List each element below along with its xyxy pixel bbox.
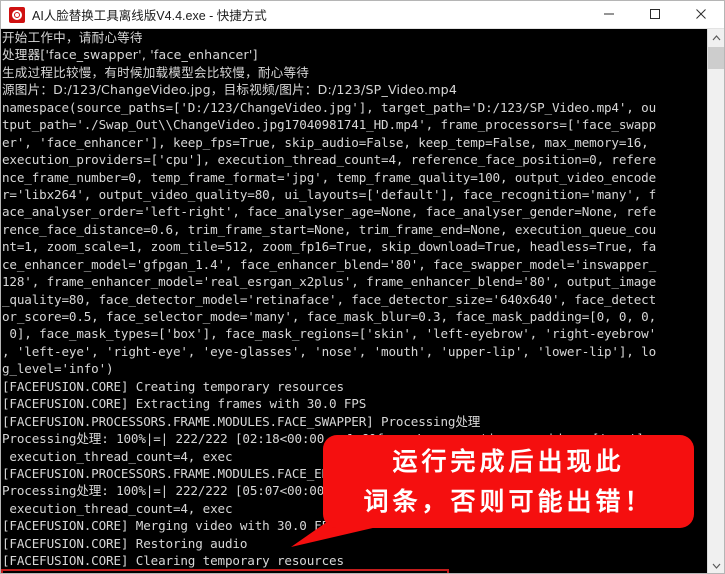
scroll-down-arrow-icon[interactable] <box>708 557 724 573</box>
app-logo-icon <box>9 6 25 23</box>
console-line: ace_analyser_order='left-right', face_an… <box>2 204 657 220</box>
console-line: rence_face_distance=0.6, trim_frame_star… <box>2 221 657 237</box>
console-line: 处理器['face_swapper', 'face_enhancer'] <box>2 47 258 63</box>
window-controls <box>586 1 724 29</box>
console-line: nt=1, zoom_scale=1, zoom_tile=512, zoom_… <box>2 239 657 255</box>
console-line: execution_providers=['cpu'], execution_t… <box>2 152 657 168</box>
minimize-button[interactable] <box>586 1 632 28</box>
app-window: AI人脸替换工具离线版V4.4.exe - 快捷方式 开始工作中，请耐心等待处理… <box>0 0 725 574</box>
console-line: tput_path='./Swap_Out\\ChangeVideo.jpg17… <box>2 117 657 133</box>
console-line: g_level='info') <box>2 361 114 377</box>
scrollbar-thumb[interactable] <box>708 47 724 69</box>
console-line: 128', frame_enhancer_model='real_esrgan_… <box>2 274 657 290</box>
console-line: r='libx264', output_video_quality=80, ui… <box>2 186 657 202</box>
maximize-button[interactable] <box>632 1 678 28</box>
console-line: , 'left-eye', 'right-eye', 'eye-glasses'… <box>2 343 657 359</box>
console-line: _quality=80, face_detector_model='retina… <box>2 291 657 307</box>
console-line: ce_enhancer_model='gfpgan_1.4', face_enh… <box>2 256 657 272</box>
console-line: namespace(source_paths=['D:/123/ChangeVi… <box>2 99 657 115</box>
console-line: or_score=0.5, face_selector_mode='many',… <box>2 309 657 324</box>
console-line: er', 'face_enhancer'], keep_fps=True, sk… <box>2 134 649 150</box>
title-bar: AI人脸替换工具离线版V4.4.exe - 快捷方式 <box>1 1 724 29</box>
console-scrollbar[interactable] <box>707 29 724 573</box>
console-line: [FACEFUSION.CORE] Extracting frames with… <box>2 396 367 412</box>
console-line: 开始工作中，请耐心等待 <box>2 30 143 45</box>
window-title: AI人脸替换工具离线版V4.4.exe - 快捷方式 <box>32 9 267 23</box>
console-line: [FACEFUSION.PROCESSORS.FRAME.MODULES.FAC… <box>2 413 481 429</box>
close-button[interactable] <box>678 1 724 28</box>
console-line: [FACEFUSION.CORE] Creating temporary res… <box>2 378 344 394</box>
console-line: nce_frame_number=0, temp_frame_format='j… <box>2 169 657 185</box>
console-line: 源图片：D:/123/ChangeVideo.jpg，目标视频/图片：D:/12… <box>2 82 458 98</box>
scroll-up-arrow-icon[interactable] <box>708 29 724 46</box>
console-line: 生成过程比较慢，有时候加载模型会比较慢，耐心等待 <box>2 64 310 80</box>
annotation-line-1: 运行完成后出现此 <box>392 446 625 476</box>
console-line: [FACEFUSION.CORE] Clearing temporary res… <box>2 553 344 569</box>
annotation-line-2: 词条，否则可能出错！ <box>363 486 654 516</box>
annotation-callout: 运行完成后出现此 词条，否则可能出错！ <box>323 435 694 528</box>
console-line: 0], face_mask_types=['box'], face_mask_r… <box>2 326 657 342</box>
status-success-line: 生成完成，保存到软件目录/Swap_Out文件夹 <box>1 569 449 573</box>
